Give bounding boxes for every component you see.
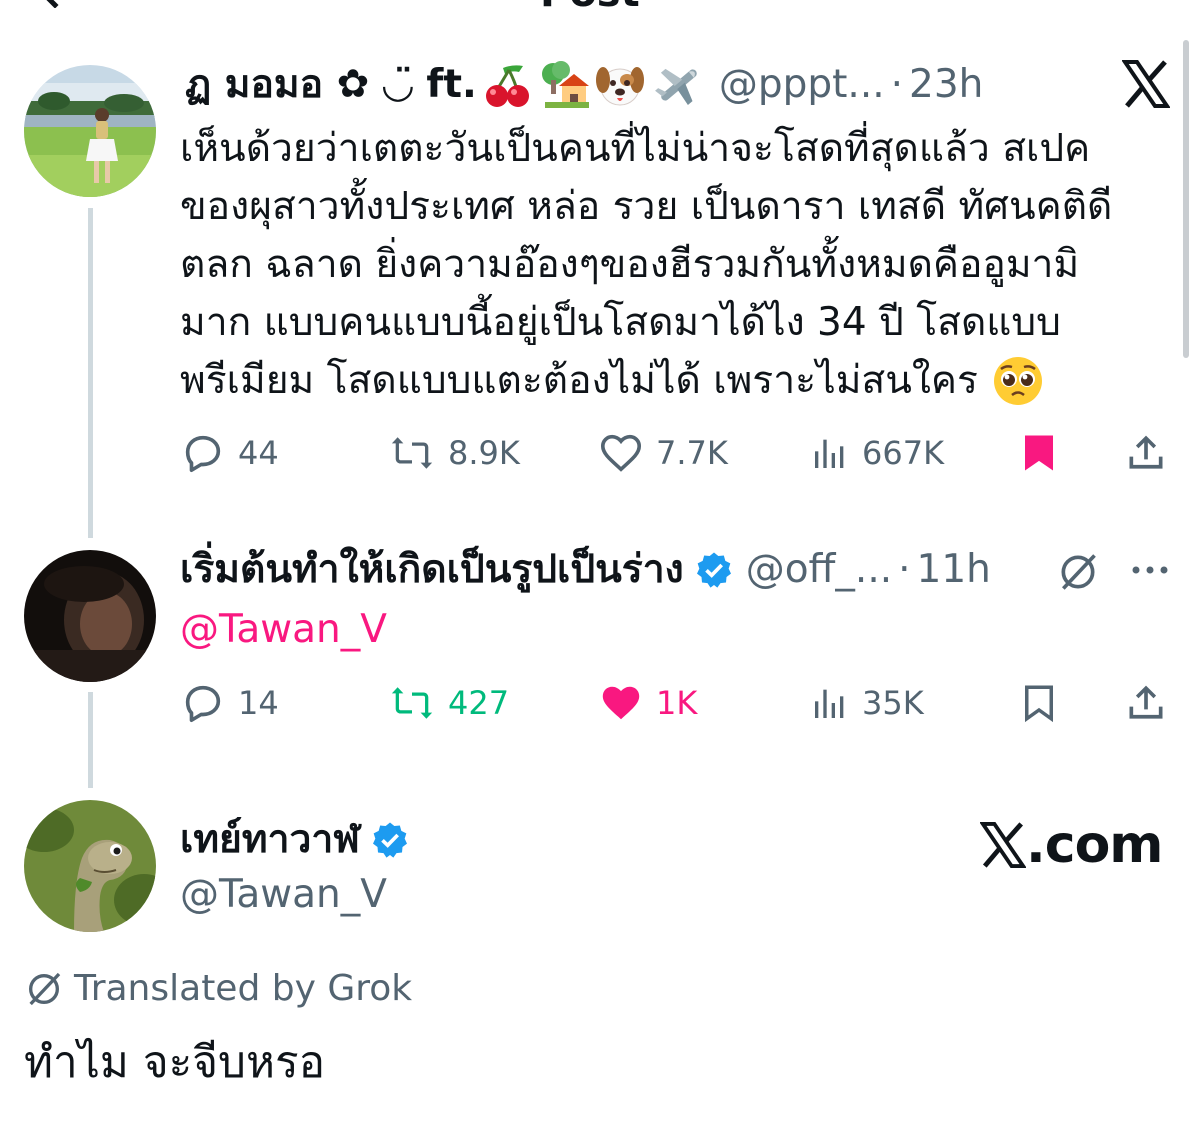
- avatar-photo-field: [24, 65, 156, 197]
- post-text: ทำไม จะจีบหรอ: [24, 1037, 326, 1088]
- post-header: เทย์ทาวาฬ: [180, 815, 410, 865]
- repost-icon: [391, 687, 433, 719]
- avatar[interactable]: [24, 550, 156, 682]
- author-handle[interactable]: @off_...: [746, 545, 892, 595]
- translate-grok-icon[interactable]: [1056, 550, 1100, 594]
- share-icon: [1129, 685, 1163, 719]
- views-count: 35K: [862, 684, 924, 722]
- post-text: เห็นด้วยว่าเตตะวันเป็นคนที่ไม่น่าจะโสดที…: [180, 120, 1112, 410]
- repost-count: 8.9K: [448, 434, 520, 472]
- post-text-line: ของผุสาวทั้งประเทศ หล่อ รวย เป็นดารา เทส…: [180, 184, 1113, 229]
- post-text-line: ตลก ฉลาด ยิ่งความอ๊องๆของฮีรวมกันทั้งหมด…: [180, 242, 1080, 287]
- bookmark-button[interactable]: [1018, 430, 1060, 476]
- mention-link[interactable]: @Tawan_V: [180, 605, 387, 655]
- post-actions: 14 427 1K 35K: [0, 680, 1200, 730]
- reply-icon: [185, 685, 221, 723]
- page-header-title: Post: [540, 0, 640, 8]
- avatar-dinosaur-cartoon: [24, 800, 156, 932]
- post-time[interactable]: 11h: [917, 545, 991, 595]
- translated-label[interactable]: Translated by Grok: [24, 968, 412, 1009]
- heart-filled-icon: [602, 686, 640, 720]
- like-count: 7.7K: [656, 434, 728, 472]
- bookmark-filled-icon: [1025, 435, 1053, 471]
- repost-button[interactable]: 8.9K: [388, 430, 520, 476]
- verified-badge-icon: [696, 552, 731, 588]
- post-handle-row: @Tawan_V: [180, 870, 387, 920]
- share-button[interactable]: [1124, 680, 1168, 726]
- like-button[interactable]: 7.7K: [598, 430, 728, 476]
- pleading-face-emoji-icon: [993, 357, 1042, 405]
- repost-count: 427: [448, 684, 510, 722]
- thread-line: [88, 208, 93, 538]
- like-count: 1K: [656, 684, 698, 722]
- author-handle[interactable]: @pppt...: [719, 60, 885, 110]
- cherry-emoji-icon: [485, 65, 529, 107]
- separator-dot: ·: [890, 62, 904, 107]
- author-name[interactable]: เริ่มต้นทำให้เกิดเป็นรูปเป็นร่าง: [180, 545, 684, 595]
- post-time[interactable]: 23h: [909, 60, 983, 110]
- dog-face-emoji-icon: [595, 67, 644, 106]
- views-button[interactable]: 35K: [810, 680, 924, 726]
- watermark-text: .com: [1026, 815, 1163, 875]
- views-chart-icon: [815, 439, 844, 468]
- translate-grok-icon: [29, 972, 61, 1005]
- avatar[interactable]: [24, 65, 156, 197]
- author-name[interactable]: เทย์ทาวาฬ: [180, 815, 360, 865]
- verified-badge-icon: [372, 822, 407, 858]
- avatar-photo-dark: [24, 550, 156, 682]
- post-header: เริ่มต้นทำให้เกิดเป็นรูปเป็นร่าง @off_..…: [180, 545, 991, 595]
- repost-icon: [391, 437, 433, 469]
- share-button[interactable]: [1124, 430, 1168, 476]
- scrollbar[interactable]: [1183, 40, 1189, 358]
- back-arrow-icon[interactable]: [39, 0, 71, 8]
- reply-button[interactable]: 14: [180, 680, 279, 726]
- reply-count: 44: [238, 434, 279, 472]
- translated-label-text: Translated by Grok: [74, 968, 413, 1009]
- heart-icon: [600, 434, 642, 472]
- reply-button[interactable]: 44: [180, 430, 279, 476]
- post-header: ฏ มอมอ ✿ ◡̈ ft. @pppt... · 23h: [185, 60, 983, 110]
- bookmark-button[interactable]: [1018, 680, 1060, 726]
- reply-icon: [185, 435, 221, 473]
- share-icon: [1129, 435, 1163, 469]
- views-button[interactable]: 667K: [810, 430, 944, 476]
- post-text-line: เห็นด้วยว่าเตตะวันเป็นคนที่ไม่น่าจะโสดที…: [180, 126, 1091, 171]
- bookmark-icon: [1025, 685, 1053, 723]
- post-text-line: มาก แบบคนแบบนี้อยู่เป็นโสดมาได้ไง 34 ปี …: [180, 300, 1061, 345]
- post-actions: 44 8.9K 7.7K 667K: [0, 430, 1200, 480]
- more-options-icon[interactable]: [1128, 560, 1172, 580]
- top-bar: Post: [0, 0, 1200, 8]
- like-button[interactable]: 1K: [598, 680, 697, 726]
- x-logo-icon: [980, 822, 1026, 868]
- views-count: 667K: [862, 434, 945, 472]
- author-handle[interactable]: @Tawan_V: [180, 870, 387, 920]
- post-text-line: พรีเมียม โสดแบบแตะต้องไม่ได้ เพราะไม่สนใ…: [180, 358, 978, 403]
- watermark: .com: [980, 815, 1163, 875]
- house-tree-emoji-icon: [541, 61, 589, 108]
- name-emojis: [483, 60, 707, 110]
- repost-button[interactable]: 427: [388, 680, 509, 726]
- separator-dot: ·: [898, 547, 911, 592]
- views-chart-icon: [815, 689, 844, 718]
- airplane-emoji-icon: [654, 68, 697, 105]
- avatar[interactable]: [24, 800, 156, 932]
- x-logo-icon: [1122, 60, 1170, 108]
- author-name[interactable]: ฏ มอมอ ✿ ◡̈ ft.: [185, 60, 477, 110]
- reply-count: 14: [238, 684, 279, 722]
